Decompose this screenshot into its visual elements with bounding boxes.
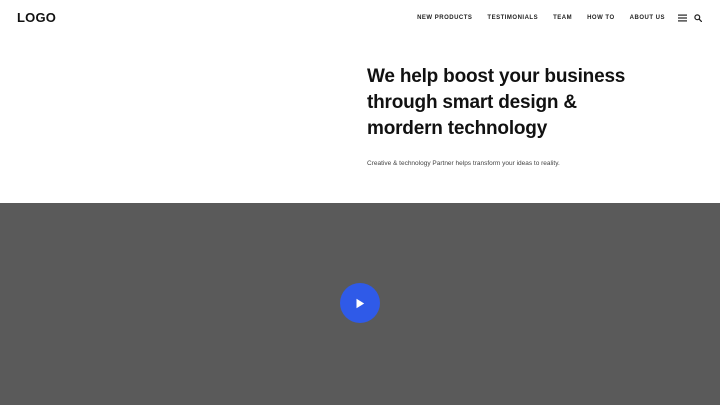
play-icon xyxy=(356,298,365,308)
hero-title-line: We help boost your business xyxy=(367,66,626,87)
nav-item-new-products[interactable]: NEW PRODUCTS xyxy=(417,12,472,24)
nav-item-how-to[interactable]: HOW TO xyxy=(587,12,615,24)
hero-section: We help boost your business through smar… xyxy=(367,64,667,169)
site-header: LOGO NEW PRODUCTS TESTIMONIALS TEAM HOW … xyxy=(0,0,720,36)
hero-title: We help boost your business through smar… xyxy=(367,64,667,142)
hero-title-line: through smart design & xyxy=(367,92,577,113)
video-section[interactable] xyxy=(0,203,720,405)
nav-item-team[interactable]: TEAM xyxy=(553,12,572,24)
landing-page: LOGO NEW PRODUCTS TESTIMONIALS TEAM HOW … xyxy=(0,0,720,405)
search-icon[interactable] xyxy=(693,12,703,24)
nav-item-about-us[interactable]: ABOUT US xyxy=(630,12,665,24)
hero-subtitle: Creative & technology Partner helps tran… xyxy=(367,160,560,167)
menu-icon[interactable] xyxy=(677,12,687,24)
hero-title-line: mordern technology xyxy=(367,118,548,139)
nav-item-testimonials[interactable]: TESTIMONIALS xyxy=(487,12,538,24)
logo[interactable]: LOGO xyxy=(17,10,56,26)
main-nav: NEW PRODUCTS TESTIMONIALS TEAM HOW TO AB… xyxy=(417,12,703,24)
play-button[interactable] xyxy=(340,283,380,323)
